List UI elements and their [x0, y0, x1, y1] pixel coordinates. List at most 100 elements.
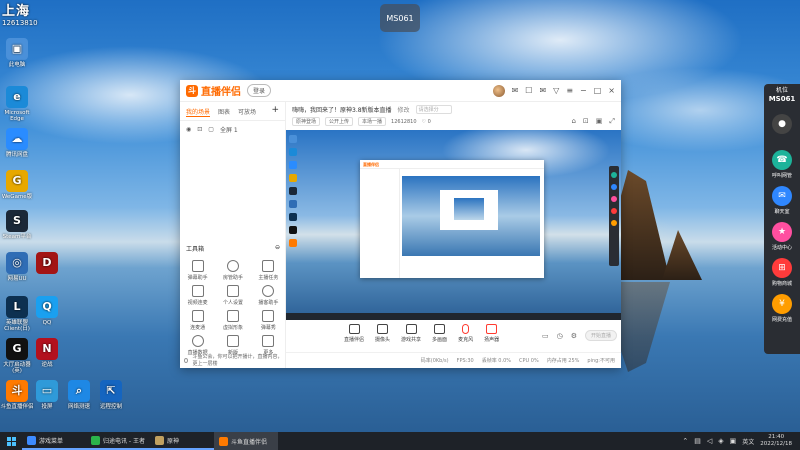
memory: 内存占用 25% [546, 358, 580, 364]
app-icon: G [6, 338, 28, 360]
desktop-icon[interactable]: L 英雄联盟 Client(日) [0, 296, 34, 332]
volume-icon[interactable]: ◁ [707, 437, 712, 445]
network-icon[interactable]: ▤ [694, 437, 701, 445]
desktop-icon[interactable]: ▭ 投屏 [30, 380, 64, 410]
desktop-icon[interactable]: D [30, 252, 64, 276]
desktop-icon[interactable]: ⇱ 远程控制 [94, 380, 128, 410]
message-icon[interactable]: ☐ [525, 86, 532, 95]
add-scene-button[interactable]: + [271, 106, 279, 117]
mail-icon[interactable]: ✉ [539, 86, 546, 95]
chevron-up-icon[interactable]: ⌃ [682, 437, 688, 445]
settings-icon[interactable]: ⚙ [571, 332, 577, 340]
menu-icon[interactable]: ≡ [566, 86, 573, 95]
side-panel-item[interactable]: ¥ 网费充值 [766, 294, 798, 323]
game-share-control[interactable]: 游戏共享 [401, 324, 421, 343]
close-icon[interactable]: × [608, 86, 615, 95]
stream-preview[interactable]: 直播伴侣 [286, 130, 621, 320]
app-icon: Q [36, 296, 58, 318]
start-live-button[interactable]: 开始直播 [585, 330, 617, 341]
desktop-icon[interactable]: ▣ 此电脑 [0, 38, 34, 68]
desktop-icon[interactable]: N 逆战 [30, 338, 64, 368]
tab-charts[interactable]: 图表 [218, 107, 230, 117]
game-tag[interactable]: 原神登场 [292, 117, 321, 126]
desktop-icon[interactable]: Q QQ [30, 296, 64, 326]
category-input[interactable]: 请选择分 [415, 105, 452, 114]
taskbar-item[interactable]: 归途电讯 - 王者 [86, 432, 150, 450]
tool-item[interactable]: 主播任务 [251, 260, 286, 281]
input-language[interactable]: 英文 [742, 437, 754, 446]
stream-title-row: 嗨嗨，我回来了！原神3.8新版本直播 修改 请选择分 [286, 102, 621, 117]
home-icon[interactable]: ⌂ [571, 117, 575, 126]
tool-item[interactable]: 弹幕秀 [251, 310, 286, 331]
microphone-control[interactable]: 麦克风 [458, 324, 473, 343]
login-button[interactable]: 登录 [247, 84, 272, 97]
tool-icon [226, 285, 239, 297]
avatar[interactable] [492, 84, 505, 97]
desktop-icon-label: Microsoft Edge [4, 110, 30, 123]
desktop-icon-label: 英雄联盟 Client(日) [4, 320, 30, 333]
tool-item[interactable]: 连麦通 [180, 310, 215, 331]
desktop-icon[interactable]: ☁ 腾讯网盘 [0, 128, 34, 158]
tool-item[interactable]: 播客助手 [251, 285, 286, 306]
expand-icon[interactable]: ⤢ [609, 117, 615, 126]
multi-screen-control[interactable]: 多画面 [432, 324, 447, 343]
side-panel-item[interactable]: ⊞ 购物商城 [766, 258, 798, 287]
maximize-icon[interactable]: □ [594, 86, 602, 95]
source-icon [348, 324, 360, 334]
clock[interactable]: 21:40 2022/12/18 [760, 434, 792, 447]
preview-desktop-icons [286, 130, 300, 320]
stream-title[interactable]: 嗨嗨，我回来了！原神3.8新版本直播 [292, 105, 392, 114]
tray-app-icon[interactable]: ▣ [730, 437, 737, 445]
window-icon[interactable]: ▣ [596, 117, 603, 126]
tab-scenes[interactable]: 可放场 [238, 107, 256, 117]
scene-item[interactable]: ◉ ⊡ ▢ 全屏 1 [180, 121, 285, 138]
taskbar-item[interactable]: 原神 [150, 432, 214, 450]
side-panel-icon: ● [772, 114, 792, 134]
toolbox-grid: 弹幕助手 房管助手 主播任务 视频连麦 个人设置 播客助手 连麦通 虚拟形象 弹幕秀 直播数据 新版… [180, 260, 286, 356]
taskbar-item-label: 游戏菜单 [39, 437, 64, 445]
tool-label: 房管助手 [222, 275, 243, 281]
desktop-icon-label: 网易UU [7, 276, 27, 282]
side-panel-item[interactable]: ☎ 呼叫网管 [766, 150, 798, 179]
timer-icon[interactable]: ◷ [557, 332, 563, 340]
desktop-icon[interactable]: S Steam平台 [0, 210, 34, 240]
start-button[interactable] [0, 432, 22, 450]
tab-my-scenes[interactable]: 我的场景 [186, 107, 211, 117]
speaker-control[interactable]: 扬声器 [484, 324, 499, 343]
desktop-icon[interactable]: e Microsoft Edge [0, 86, 34, 122]
side-panel-item[interactable]: ● [766, 114, 798, 136]
session-tag[interactable]: 本场一播 [358, 117, 387, 126]
camera-control[interactable]: 摄像头 [375, 324, 390, 343]
side-panel-item[interactable]: ✉ 聊天室 [766, 186, 798, 215]
desktop-icon[interactable]: ◎ 网易UU [0, 252, 34, 282]
tool-item[interactable]: 视频连麦 [180, 285, 215, 306]
edit-title-link[interactable]: 修改 [398, 105, 410, 114]
taskbar-item-label: 归途电讯 - 王者 [103, 437, 145, 445]
side-panel-label: 购物商城 [771, 281, 792, 287]
skin-icon[interactable]: ▽ [553, 86, 559, 95]
desktop-icon[interactable]: 斗斗鱼直播伴侣 [0, 380, 34, 410]
visibility-tag[interactable]: 公开上传 [325, 117, 354, 126]
microphone-icon [462, 324, 470, 334]
tool-item[interactable]: 虚拟形象 [215, 310, 250, 331]
lock-icon[interactable]: ⊡ [583, 117, 589, 126]
window-titlebar: 斗 直播伴侣 登录 ✉ ☐ ✉ ▽ ≡ − □ × [180, 80, 621, 102]
desktop-icon[interactable]: G 大厅启动器 (英) [0, 338, 34, 374]
side-panel-item[interactable]: ★ 活动中心 [766, 222, 798, 251]
live-companion-control[interactable]: 直播伴侣 [344, 324, 364, 343]
tool-item[interactable]: 个人设置 [215, 285, 250, 306]
gift-icon[interactable]: ✉ [512, 86, 519, 95]
scene-label: 全屏 1 [219, 127, 238, 134]
shield-icon[interactable]: ◈ [718, 437, 723, 445]
tool-item[interactable]: 弹幕助手 [180, 260, 215, 281]
lock-icon[interactable]: ⊡ [197, 126, 202, 133]
minimize-icon[interactable]: − [580, 86, 587, 95]
desktop-icon[interactable]: ⌕ 网络测速 [62, 380, 96, 410]
toolbox-more-icon[interactable]: ⊖ [275, 244, 280, 253]
camera-icon[interactable]: ▭ [542, 332, 549, 340]
taskbar-item[interactable]: 游戏菜单 [22, 432, 86, 450]
taskbar-item[interactable]: 斗鱼直播伴侣 [214, 432, 278, 450]
tool-item[interactable]: 房管助手 [215, 260, 250, 281]
eye-icon[interactable]: ◉ [186, 126, 191, 133]
desktop-icon[interactable]: G WeGame版 [0, 170, 34, 200]
